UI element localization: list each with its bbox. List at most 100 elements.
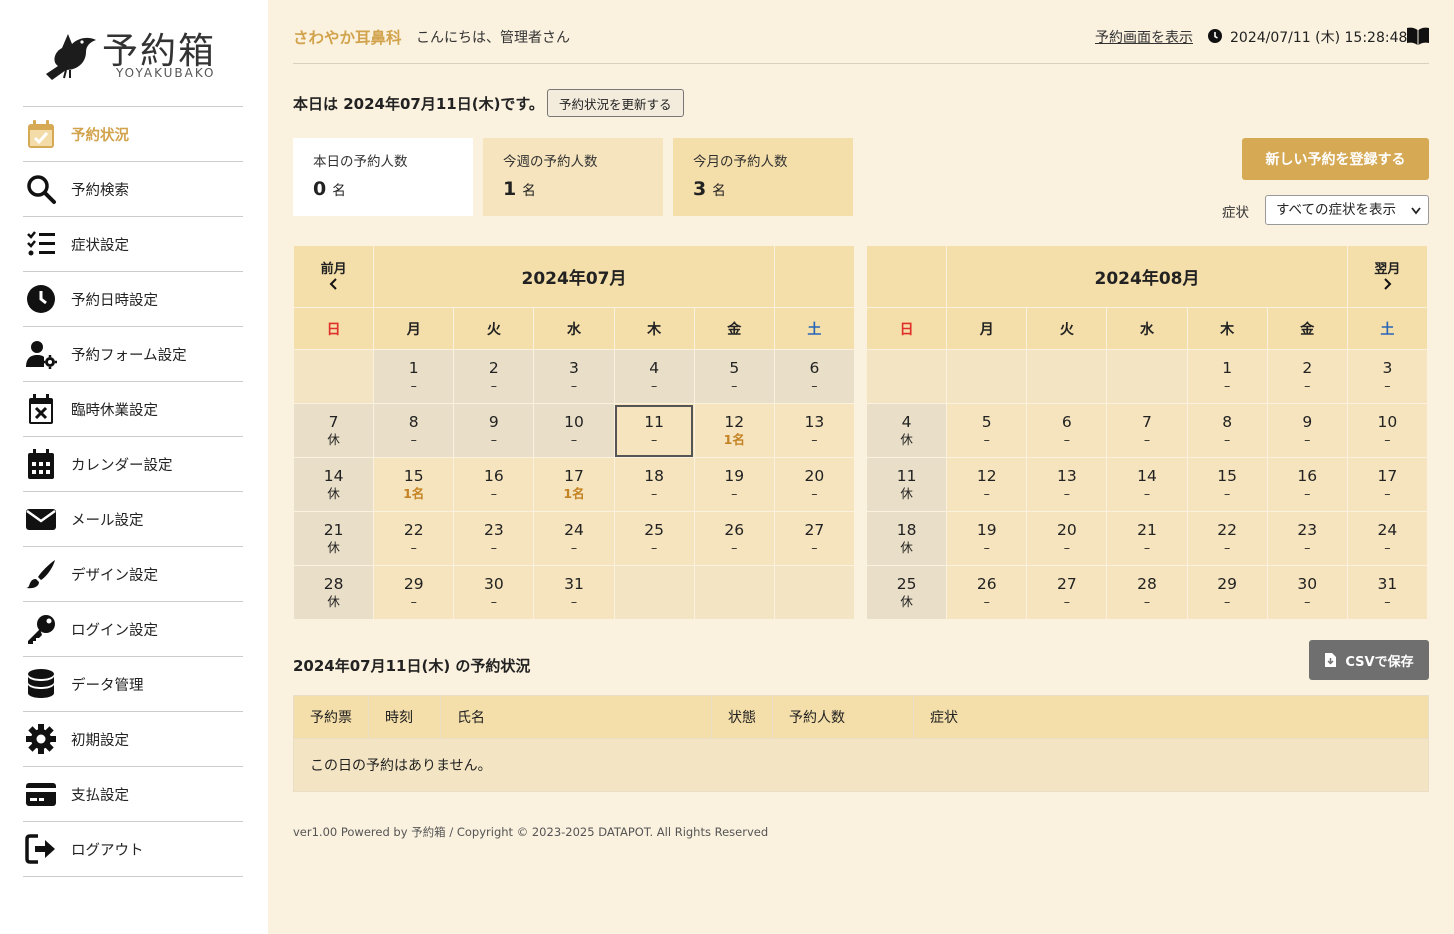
sidebar-item[interactable]: カレンダー設定: [23, 437, 243, 492]
calendar-day[interactable]: 16–: [453, 457, 535, 512]
day-number: 22: [403, 520, 424, 539]
calendar-day[interactable]: 1–: [373, 349, 455, 404]
view-reservation-page-link[interactable]: 予約画面を表示: [1095, 27, 1193, 47]
calendar-day[interactable]: 27–: [1026, 565, 1108, 620]
csv-save-button[interactable]: CSVで保存: [1309, 640, 1429, 680]
sidebar-item[interactable]: 初期設定: [23, 712, 243, 767]
calendar-day[interactable]: 16–: [1266, 457, 1348, 512]
calendar-day[interactable]: 17 1名: [533, 457, 615, 512]
day-number: 16: [1297, 466, 1318, 485]
calendar-day[interactable]: 24–: [533, 511, 615, 566]
calendar-day[interactable]: 24–: [1346, 511, 1429, 566]
calendar-day[interactable]: 4休: [865, 403, 948, 458]
calendar-day[interactable]: 11–: [613, 403, 695, 458]
sidebar-item[interactable]: 予約状況: [23, 107, 243, 162]
calendar-day[interactable]: 23–: [453, 511, 535, 566]
calendar-day[interactable]: 22–: [373, 511, 455, 566]
calendar-day[interactable]: 23–: [1266, 511, 1348, 566]
calendar-day[interactable]: 21 休: [292, 511, 375, 566]
day-status: –: [1304, 539, 1311, 555]
calendar-day[interactable]: 7休: [292, 403, 375, 458]
sidebar-item[interactable]: 臨時休業設定: [23, 382, 243, 437]
sidebar-item[interactable]: デザイン設定: [23, 547, 243, 602]
calendar-day[interactable]: 8–: [1186, 403, 1268, 458]
calendar-day[interactable]: 12 1名: [693, 403, 775, 458]
sidebar-item[interactable]: 予約検索: [23, 162, 243, 217]
sidebar-item-label: カレンダー設定: [71, 457, 173, 474]
calendar-day[interactable]: 6–: [773, 349, 856, 404]
calendar-day[interactable]: 5–: [946, 403, 1028, 458]
calendar-day[interactable]: 14 休: [292, 457, 375, 512]
sidebar-item[interactable]: データ管理: [23, 657, 243, 712]
sidebar-item[interactable]: 予約日時設定: [23, 272, 243, 327]
day-status: –: [811, 485, 818, 501]
search-icon: [23, 172, 63, 206]
calendar-day[interactable]: 21–: [1106, 511, 1188, 566]
sidebar-item[interactable]: 予約フォーム設定: [23, 327, 243, 382]
calendar-day[interactable]: 15 1名: [373, 457, 455, 512]
calendar-day[interactable]: 15–: [1186, 457, 1268, 512]
calendar-day[interactable]: 18 休: [865, 511, 948, 566]
calendar-day[interactable]: 30–: [1266, 565, 1348, 620]
logo-sub: YOYAKUBAKO: [116, 66, 216, 80]
prev-month-button[interactable]: 前月: [292, 245, 375, 308]
calendar-day[interactable]: 27–: [773, 511, 856, 566]
calendar-day[interactable]: 17–: [1346, 457, 1429, 512]
calendar-day[interactable]: 28–: [1106, 565, 1188, 620]
logo[interactable]: 予約箱 YOYAKUBAKO: [40, 22, 230, 84]
calendar-day[interactable]: 26–: [946, 565, 1028, 620]
calendar-day[interactable]: 31–: [1346, 565, 1429, 620]
calendar-day[interactable]: 2–: [453, 349, 535, 404]
user-gear-icon: [23, 337, 63, 371]
calendar-day[interactable]: 20–: [1026, 511, 1108, 566]
sidebar-item[interactable]: ログアウト: [23, 822, 243, 877]
calendar-day[interactable]: 13–: [773, 403, 856, 458]
calendar-day[interactable]: 29–: [373, 565, 455, 620]
day-status: 1名: [723, 431, 745, 447]
new-reservation-button[interactable]: 新しい予約を登録する: [1242, 138, 1429, 180]
calendar-day[interactable]: 10–: [1346, 403, 1429, 458]
calendar-day[interactable]: 18–: [613, 457, 695, 512]
calendar-day[interactable]: 5–: [693, 349, 775, 404]
sidebar-item[interactable]: ログイン設定: [23, 602, 243, 657]
calendar-day[interactable]: 22–: [1186, 511, 1268, 566]
day-status: –: [1304, 485, 1311, 501]
calendar-day[interactable]: 9–: [1266, 403, 1348, 458]
manual-book-icon[interactable]: [1406, 26, 1430, 46]
day-status: –: [811, 539, 818, 555]
calendar-day[interactable]: 25–: [613, 511, 695, 566]
calendar-day[interactable]: 29–: [1186, 565, 1268, 620]
next-month-button[interactable]: 翌月: [1346, 245, 1429, 308]
refresh-status-button[interactable]: 予約状況を更新する: [547, 89, 684, 117]
sidebar-item[interactable]: メール設定: [23, 492, 243, 547]
calendar-day[interactable]: 8–: [373, 403, 455, 458]
calendar-day[interactable]: 6–: [1026, 403, 1108, 458]
calendar-day[interactable]: 19–: [946, 511, 1028, 566]
calendar-day[interactable]: 3–: [533, 349, 615, 404]
calendar-day[interactable]: 9–: [453, 403, 535, 458]
calendar-day[interactable]: 26–: [693, 511, 775, 566]
calendar-day[interactable]: 30–: [453, 565, 535, 620]
day-status: –: [651, 377, 658, 393]
sidebar-item[interactable]: 支払設定: [23, 767, 243, 822]
sidebar-item-label: 支払設定: [71, 787, 129, 804]
day-number: 28: [1137, 574, 1157, 593]
day-status: –: [731, 539, 738, 555]
calendar-day[interactable]: 19–: [693, 457, 775, 512]
calendar-day[interactable]: 14–: [1106, 457, 1188, 512]
calendar-day[interactable]: 13–: [1026, 457, 1108, 512]
sidebar-item[interactable]: 症状設定: [23, 217, 243, 272]
calendar-day[interactable]: 31–: [533, 565, 615, 620]
calendar-day[interactable]: 2–: [1266, 349, 1348, 404]
calendar-day[interactable]: 10–: [533, 403, 615, 458]
calendar-day[interactable]: 3–: [1346, 349, 1429, 404]
calendar-day[interactable]: 25 休: [865, 565, 948, 620]
calendar-day[interactable]: 4–: [613, 349, 695, 404]
calendar-day[interactable]: 28 休: [292, 565, 375, 620]
calendar-day[interactable]: 12–: [946, 457, 1028, 512]
calendar-day[interactable]: 20–: [773, 457, 856, 512]
calendar-day[interactable]: 7–: [1106, 403, 1188, 458]
symptom-select[interactable]: すべての症状を表示: [1265, 195, 1429, 225]
calendar-day[interactable]: 1–: [1186, 349, 1268, 404]
calendar-day[interactable]: 11 休: [865, 457, 948, 512]
